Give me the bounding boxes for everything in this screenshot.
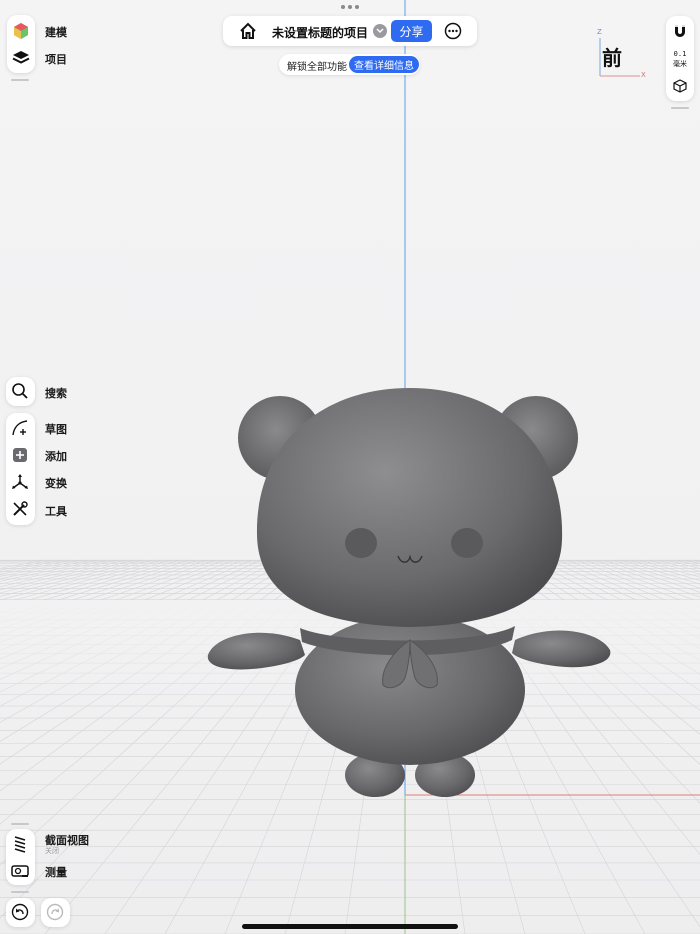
view-cube[interactable]: Z X 前 xyxy=(596,28,646,79)
left-top-panel xyxy=(7,15,35,73)
modeling-cube-icon[interactable] xyxy=(10,20,32,42)
unlock-text: 解锁全部功能 xyxy=(287,62,347,73)
transform-icon[interactable] xyxy=(9,471,31,493)
share-button[interactable]: 分享 xyxy=(391,20,432,42)
section-view-status: 关闭 xyxy=(45,847,59,855)
separator xyxy=(11,79,29,81)
undo-icon[interactable] xyxy=(9,901,31,923)
view-cube-small-icon[interactable] xyxy=(670,76,690,96)
section-view-icon[interactable] xyxy=(9,833,31,855)
redo-icon[interactable] xyxy=(44,901,66,923)
measure-icon[interactable] xyxy=(9,860,31,882)
sketch-label[interactable]: 草图 xyxy=(45,421,67,437)
tools-label[interactable]: 工具 xyxy=(45,503,67,519)
view-face-label[interactable]: 前 xyxy=(602,42,622,71)
tools-icon[interactable] xyxy=(9,498,31,520)
separator xyxy=(11,823,29,825)
grid-floor xyxy=(0,0,700,934)
magnet-icon[interactable] xyxy=(669,20,691,42)
snap-value[interactable]: 0.1 xyxy=(666,50,694,58)
measure-label[interactable]: 测量 xyxy=(45,864,67,880)
add-icon[interactable] xyxy=(9,444,31,466)
chevron-down-icon[interactable] xyxy=(373,24,387,38)
undo-button[interactable] xyxy=(6,898,35,927)
view-details-button[interactable]: 查看详细信息 xyxy=(349,56,419,73)
tools-panel xyxy=(6,413,35,525)
transform-label[interactable]: 变换 xyxy=(45,475,67,491)
separator xyxy=(11,891,29,893)
3d-viewport[interactable] xyxy=(0,0,700,934)
layers-icon[interactable] xyxy=(10,47,32,69)
search-panel xyxy=(6,377,35,406)
more-icon[interactable] xyxy=(442,20,464,42)
add-label[interactable]: 添加 xyxy=(45,448,67,464)
drag-handle[interactable] xyxy=(341,5,359,9)
right-panel: 0.1 毫米 xyxy=(666,16,694,101)
axis-z-label: Z xyxy=(597,28,602,36)
separator xyxy=(671,107,689,109)
home-indicator[interactable] xyxy=(242,924,458,929)
snap-unit[interactable]: 毫米 xyxy=(666,59,694,69)
search-icon[interactable] xyxy=(9,380,31,402)
axis-x-label: X xyxy=(641,71,646,79)
search-label[interactable]: 搜索 xyxy=(45,385,67,401)
unlock-banner: 解锁全部功能 查看详细信息 xyxy=(279,54,420,75)
redo-button[interactable] xyxy=(41,898,70,927)
project-label[interactable]: 项目 xyxy=(45,51,67,67)
project-title[interactable]: 未设置标题的项目 xyxy=(272,24,368,41)
sketch-icon[interactable] xyxy=(9,417,31,439)
bear-model xyxy=(207,388,611,797)
inspect-panel xyxy=(6,829,35,885)
home-icon[interactable] xyxy=(237,20,259,42)
modeling-label[interactable]: 建模 xyxy=(45,24,67,40)
top-bar: 未设置标题的项目 分享 xyxy=(223,16,477,46)
